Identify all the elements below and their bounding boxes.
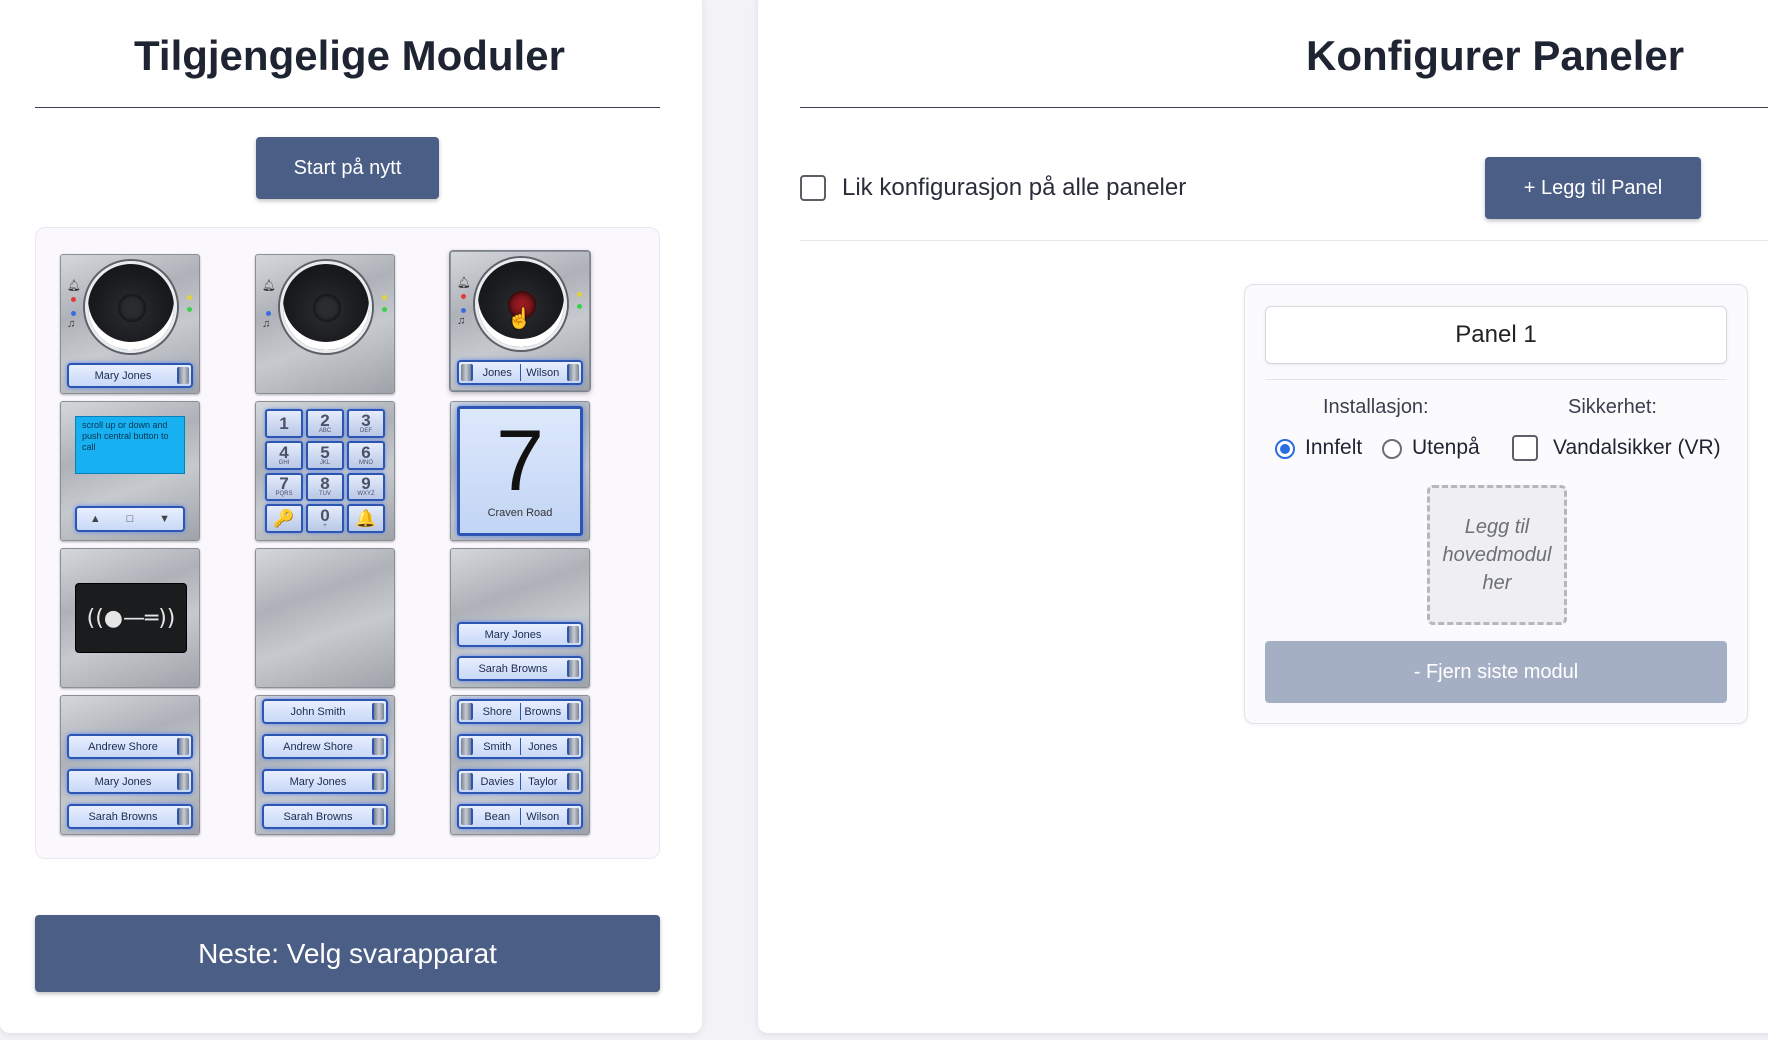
bell-icon: 🔔︎: [262, 280, 276, 292]
double-nameplate: Jones Wilson: [457, 360, 583, 385]
module-house-number[interactable]: 7 Craven Road: [450, 401, 590, 541]
same-config-label[interactable]: Lik konfigurasjon på alle paneler: [842, 174, 1186, 202]
keypad-key: 1: [265, 409, 303, 438]
camera-icon: [85, 261, 177, 353]
nameplate: Mary Jones: [457, 622, 583, 647]
keypad-key: 6 MNO: [347, 440, 385, 470]
module-display[interactable]: scroll up or down and push central butto…: [60, 401, 200, 541]
installation-label: Installasjon:: [1323, 396, 1429, 418]
installation-flush-radio[interactable]: [1275, 439, 1295, 459]
nameplate: Andrew Shore: [67, 734, 193, 759]
double-nameplate: Bean Wilson: [457, 804, 583, 829]
nameplate: Mary Jones: [67, 363, 193, 388]
module-eight-names[interactable]: Shore Browns Smith Jones Davies Taylor B…: [450, 695, 590, 835]
keypad-key: 8 TUV: [306, 472, 344, 502]
keypad: 1 2 ABC 3 DEF 4 GHI 5 JKL 6 MNO 7 PQRS 8 TUV 9 WXYZ 🔑 0 + 🔔: [262, 406, 388, 536]
house-number-plate: 7 Craven Road: [457, 406, 583, 536]
select-icon: □: [126, 513, 134, 525]
add-panel-button[interactable]: + Legg til Panel: [1485, 157, 1701, 219]
nameplate: Mary Jones: [67, 769, 193, 794]
call-button: [177, 367, 189, 384]
bell-icon: ♫: [67, 318, 76, 330]
house-number: 7: [496, 413, 544, 509]
bell-icon: 🔔︎: [67, 280, 81, 292]
module-keypad[interactable]: 1 2 ABC 3 DEF 4 GHI 5 JKL 6 MNO 7 PQRS 8 TUV 9 WXYZ 🔑 0 + 🔔: [255, 401, 395, 541]
installation-flush-label[interactable]: Innfelt: [1305, 436, 1362, 460]
module-four-names[interactable]: John Smith Andrew Shore Mary Jones Sarah…: [255, 695, 395, 835]
keypad-key: 4 GHI: [265, 440, 303, 470]
keypad-key: 3 DEF: [347, 409, 385, 438]
module-camera-single-name[interactable]: 🔔︎ ♫ Mary Jones: [60, 254, 200, 394]
nameplate: Sarah Browns: [457, 656, 583, 681]
module-camera-double-name[interactable]: 🔔︎ ♫ Jones Wilson ☝: [450, 251, 590, 391]
nameplate: Sarah Browns: [67, 804, 193, 829]
double-nameplate: Davies Taylor: [457, 769, 583, 794]
toolbar-divider: [800, 240, 1768, 241]
panel-name-field[interactable]: Panel 1: [1265, 306, 1727, 364]
nameplate: John Smith: [262, 699, 388, 724]
next-choose-answer-device-button[interactable]: Neste: Velg svarapparat: [35, 915, 660, 992]
double-nameplate: Smith Jones: [457, 734, 583, 759]
restart-button[interactable]: Start på nytt: [256, 137, 439, 199]
module-grid: 🔔︎ ♫ Mary Jones 🔔︎ ♫ 🔔︎ ♫ Jones Wilson ☝…: [35, 227, 660, 859]
camera-icon: [280, 261, 372, 353]
nameplate: Andrew Shore: [262, 734, 388, 759]
module-three-names[interactable]: Andrew Shore Mary Jones Sarah Browns: [60, 695, 200, 835]
nameplate: Sarah Browns: [262, 804, 388, 829]
configure-panels-title: Konfigurer Paneler: [1306, 32, 1685, 79]
module-camera[interactable]: 🔔︎ ♫: [255, 254, 395, 394]
scroll-buttons: ▲ □ ▼: [75, 506, 185, 532]
remove-last-module-button[interactable]: - Fjern siste modul: [1265, 641, 1727, 703]
camera-icon: [475, 258, 567, 350]
available-modules-title: Tilgjengelige Moduler: [134, 32, 565, 79]
double-nameplate: Shore Browns: [457, 699, 583, 724]
arrow-up-icon: ▲: [89, 513, 101, 525]
keypad-key: 0 +: [306, 504, 344, 533]
keypad-key: 9 WXYZ: [347, 472, 385, 502]
module-blank[interactable]: [255, 548, 395, 688]
installation-surface-radio[interactable]: [1382, 439, 1402, 459]
rfid-icon: ((●—═)): [75, 583, 187, 653]
bell-icon: ♫: [457, 315, 466, 327]
keypad-key: 🔔: [347, 504, 385, 533]
security-label: Sikkerhet:: [1568, 396, 1657, 418]
bell-icon: 🔔︎: [457, 277, 471, 289]
panel-card: Panel 1 Installasjon: Sikkerhet: Innfelt…: [1244, 284, 1748, 724]
keypad-key: 2 ABC: [306, 409, 344, 438]
nameplate: Mary Jones: [262, 769, 388, 794]
module-two-names[interactable]: Mary Jones Sarah Browns: [450, 548, 590, 688]
display-screen: scroll up or down and push central butto…: [75, 416, 185, 474]
vandal-proof-label[interactable]: Vandalsikker (VR): [1553, 436, 1721, 460]
main-module-drop-zone[interactable]: Legg til hovedmodul her: [1427, 485, 1567, 625]
title-divider: [35, 107, 660, 108]
vandal-proof-checkbox[interactable]: [1512, 435, 1538, 461]
installation-surface-label[interactable]: Utenpå: [1412, 436, 1480, 460]
hand-cursor-icon: ☝: [507, 308, 532, 330]
keypad-key: 7 PQRS: [265, 472, 303, 502]
bell-icon: ♫: [262, 318, 271, 330]
title-divider: [800, 107, 1768, 108]
same-config-checkbox[interactable]: [800, 175, 826, 201]
module-rfid-reader[interactable]: ((●—═)): [60, 548, 200, 688]
keypad-key: 5 JKL: [306, 440, 344, 470]
keypad-key: 🔑: [265, 504, 303, 533]
street-name: Craven Road: [487, 507, 553, 519]
arrow-down-icon: ▼: [159, 513, 171, 525]
